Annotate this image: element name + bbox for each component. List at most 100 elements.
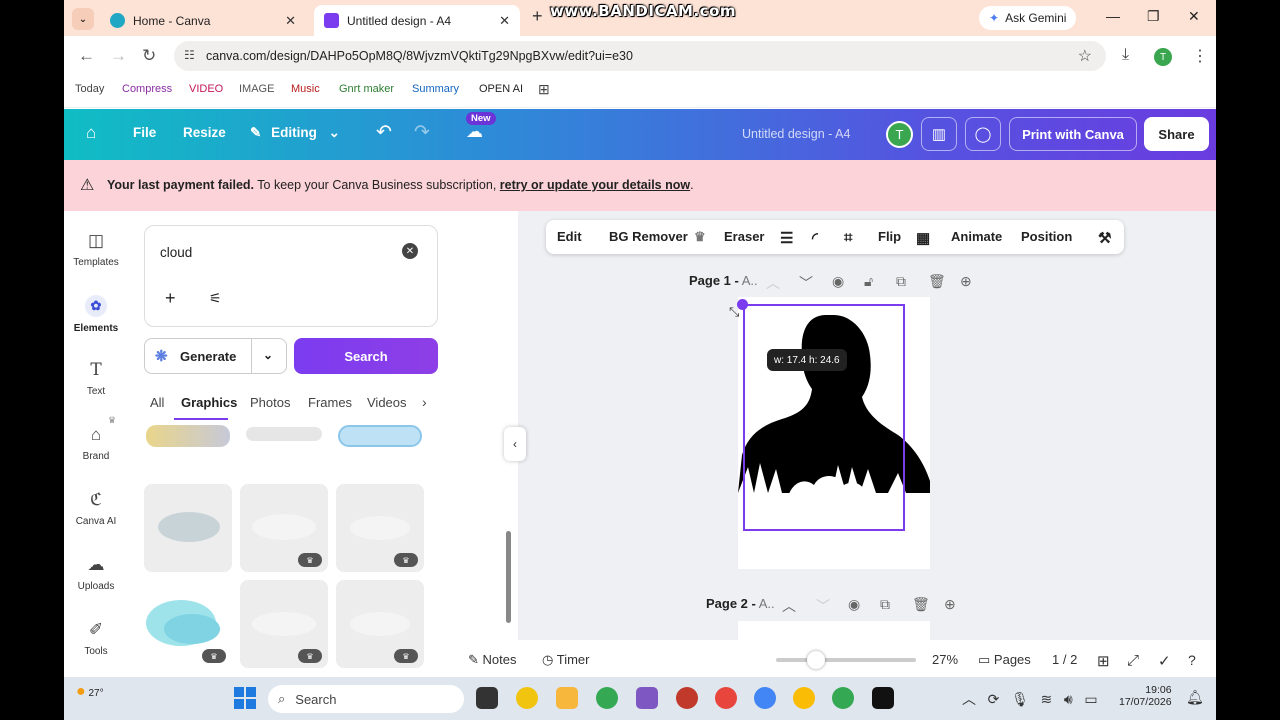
task-view-icon[interactable] bbox=[476, 687, 498, 709]
taskbar-search[interactable]: ⌕ Search bbox=[268, 685, 464, 713]
close-window-button[interactable]: ✕ bbox=[1188, 8, 1200, 25]
tab-untitled-design[interactable]: Untitled design - A4 ✕ bbox=[314, 5, 520, 36]
graphic-thumbnail[interactable]: ♛ bbox=[240, 484, 328, 572]
rail-elements[interactable]: ✿ Elements bbox=[64, 295, 128, 334]
page-title-input[interactable]: A.. bbox=[739, 273, 758, 288]
filter-icon[interactable]: ⚟ bbox=[209, 290, 222, 307]
document-title[interactable]: Untitled design - A4 bbox=[742, 127, 850, 141]
graphic-thumbnail[interactable]: ♛ bbox=[240, 580, 328, 668]
animate-button[interactable]: Animate bbox=[951, 229, 1002, 244]
address-bar[interactable]: ☷ canva.com/design/DAHPo5OpM8Q/8WjvzmVQk… bbox=[174, 41, 1106, 71]
add-page-icon[interactable]: ⊕ bbox=[960, 273, 972, 290]
print-with-canva-button[interactable]: Print with Canva bbox=[1009, 117, 1137, 151]
app-icon[interactable] bbox=[516, 687, 538, 709]
edit-button[interactable]: Edit bbox=[557, 229, 582, 244]
chrome-profile-icon[interactable] bbox=[832, 687, 854, 709]
tab-videos[interactable]: Videos bbox=[367, 395, 407, 410]
corner-rounding-icon[interactable]: ◜ bbox=[812, 229, 818, 247]
copy-style-icon[interactable]: ⚒ bbox=[1098, 229, 1111, 247]
eraser-button[interactable]: Eraser bbox=[724, 229, 764, 244]
page-2-label[interactable]: Page 2 - A.. bbox=[706, 596, 775, 611]
rail-brand[interactable]: ⌂ Brand ♛ bbox=[64, 415, 128, 462]
chevron-up-icon[interactable]: ︿ bbox=[766, 273, 780, 293]
graphic-thumbnail[interactable]: ♛ bbox=[336, 484, 424, 572]
chrome-profile-icon[interactable] bbox=[754, 687, 776, 709]
avatar[interactable]: T bbox=[886, 121, 913, 148]
browser-menu-icon[interactable]: ⋮ bbox=[1192, 46, 1208, 66]
chevron-down-icon[interactable]: ﹀ bbox=[799, 273, 813, 293]
fullscreen-icon[interactable]: ⤢ bbox=[1127, 652, 1139, 669]
graphic-thumbnail[interactable] bbox=[240, 421, 328, 449]
check-circle-icon[interactable]: ✓ bbox=[1158, 652, 1171, 670]
snipping-tool-icon[interactable] bbox=[636, 687, 658, 709]
timer-button[interactable]: ◷ Timer bbox=[542, 652, 589, 668]
download-icon[interactable]: ⤓ bbox=[1122, 46, 1129, 64]
crop-icon[interactable]: ⌗ bbox=[844, 229, 852, 246]
graphic-thumbnail[interactable] bbox=[144, 421, 232, 449]
zoom-slider[interactable] bbox=[776, 651, 916, 669]
bookmark-item[interactable]: OPEN AI bbox=[479, 83, 523, 95]
transparency-icon[interactable]: ▦ bbox=[916, 229, 930, 247]
rail-templates[interactable]: ◫ Templates bbox=[64, 231, 128, 268]
page-count[interactable]: 1 / 2 bbox=[1052, 652, 1077, 667]
grid-view-icon[interactable]: ⊞ bbox=[1097, 652, 1110, 670]
bookmark-item[interactable]: VIDEO bbox=[189, 83, 223, 95]
hide-page-icon[interactable]: ◉ bbox=[848, 596, 860, 613]
rail-canva-ai[interactable]: ℭ Canva AI bbox=[64, 490, 128, 527]
undo-icon[interactable]: ↶ bbox=[376, 121, 392, 144]
flip-button[interactable]: Flip bbox=[878, 229, 901, 244]
rail-tools[interactable]: ✐ Tools bbox=[64, 620, 128, 657]
plus-icon[interactable]: + bbox=[165, 288, 176, 309]
tab-photos[interactable]: Photos bbox=[250, 395, 290, 410]
bookmark-item[interactable]: IMAGE bbox=[239, 83, 274, 95]
apps-grid-icon[interactable]: ⊞ bbox=[538, 81, 550, 98]
capcut-icon[interactable] bbox=[872, 687, 894, 709]
bookmark-item[interactable]: Gnrt maker bbox=[339, 83, 394, 95]
bandicam-icon[interactable] bbox=[676, 687, 698, 709]
redo-icon[interactable]: ↷ bbox=[414, 121, 430, 144]
clock[interactable]: 19:06 17/07/2026 bbox=[1119, 684, 1172, 708]
back-arrow-icon[interactable]: ← bbox=[78, 46, 95, 66]
generate-button[interactable]: ❋ Generate ⌄ bbox=[144, 338, 287, 374]
close-tab-icon[interactable]: ✕ bbox=[499, 13, 510, 29]
clear-search-icon[interactable]: ✕ bbox=[402, 243, 418, 259]
chevron-down-icon[interactable]: ⌄ bbox=[263, 348, 273, 362]
minimize-window-button[interactable]: — bbox=[1106, 8, 1120, 24]
file-menu-button[interactable]: File bbox=[133, 125, 156, 140]
page-title-input[interactable]: A.. bbox=[756, 596, 775, 611]
share-button[interactable]: Share bbox=[1144, 117, 1209, 151]
tab-graphics[interactable]: Graphics bbox=[181, 395, 237, 410]
chrome-profile-icon[interactable] bbox=[793, 687, 815, 709]
bookmark-item[interactable]: Today bbox=[75, 83, 104, 95]
zoom-level[interactable]: 27% bbox=[932, 652, 958, 667]
home-icon[interactable]: ⌂ bbox=[86, 123, 96, 143]
retry-update-link[interactable]: retry or update your details now bbox=[500, 178, 690, 192]
comment-icon[interactable]: ◯ bbox=[965, 117, 1001, 151]
add-page-icon[interactable]: ⊕ bbox=[944, 596, 956, 613]
system-tray[interactable]: ︿ ⟳ 🎙︎ ≋ 🔊︎ ▭ bbox=[962, 689, 1098, 709]
search-input[interactable]: cloud bbox=[160, 245, 192, 260]
start-button[interactable] bbox=[234, 687, 256, 709]
graphic-thumbnail[interactable]: ♛ bbox=[144, 580, 232, 668]
chrome-icon[interactable] bbox=[715, 687, 737, 709]
tab-search-dropdown[interactable]: ⌄ bbox=[72, 8, 94, 30]
rail-text[interactable]: T Text bbox=[64, 360, 128, 397]
duplicate-page-icon[interactable]: ⧉ bbox=[880, 596, 890, 613]
graphic-thumbnail[interactable]: ♛ bbox=[336, 580, 424, 668]
border-style-icon[interactable]: ☰ bbox=[780, 229, 793, 247]
reload-icon[interactable]: ↻ bbox=[142, 46, 156, 66]
pages-button[interactable]: ▭ Pages bbox=[978, 652, 1031, 668]
cloud-save-icon[interactable]: ☁ bbox=[466, 122, 483, 142]
resize-button[interactable]: Resize bbox=[183, 125, 226, 140]
graphic-thumbnail[interactable] bbox=[144, 484, 232, 572]
search-box[interactable]: cloud ✕ + ⚟ bbox=[144, 225, 438, 327]
chevron-right-icon[interactable]: › bbox=[422, 394, 427, 410]
rail-uploads[interactable]: ☁ Uploads bbox=[64, 555, 128, 592]
collapse-panel-button[interactable]: ‹ bbox=[504, 427, 526, 461]
bookmark-star-icon[interactable]: ☆ bbox=[1078, 46, 1092, 66]
site-info-icon[interactable]: ☷ bbox=[184, 48, 195, 62]
bookmark-item[interactable]: Music bbox=[291, 83, 320, 95]
hide-page-icon[interactable]: ◉ bbox=[832, 273, 844, 290]
selection-frame[interactable] bbox=[743, 304, 905, 531]
panel-scrollbar[interactable] bbox=[506, 531, 511, 623]
